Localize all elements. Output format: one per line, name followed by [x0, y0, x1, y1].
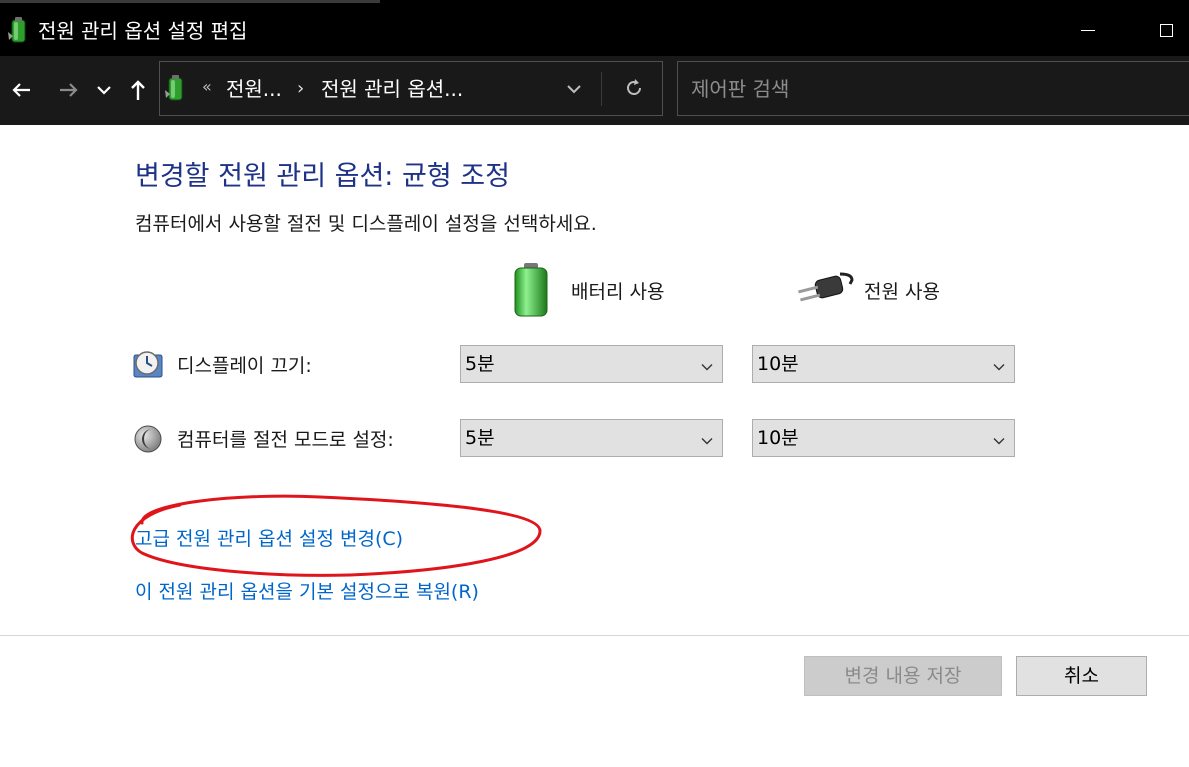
breadcrumb-item-power[interactable]: 전원...: [226, 76, 282, 102]
advanced-settings-link[interactable]: 고급 전원 관리 옵션 설정 변경(C): [135, 525, 403, 553]
select-value: 10분: [757, 353, 799, 375]
window-title: 전원 관리 옵션 설정 편집: [38, 19, 248, 43]
search-placeholder: 제어판 검색: [691, 77, 790, 101]
column-header-on-battery: 배터리 사용: [571, 281, 665, 303]
title-bar: 전원 관리 옵션 설정 편집: [0, 0, 1189, 56]
power-options-icon: [163, 74, 189, 102]
forward-arrow-icon[interactable]: [54, 76, 82, 104]
page-subtitle: 컴퓨터에서 사용할 절전 및 디스플레이 설정을 선택하세요.: [135, 213, 597, 235]
chevron-down-icon: [993, 358, 1005, 371]
display-timer-icon: [133, 349, 163, 379]
display-off-plugged-select[interactable]: 10분: [752, 345, 1015, 383]
save-changes-button[interactable]: 변경 내용 저장: [804, 656, 1002, 696]
select-value: 5분: [465, 427, 495, 449]
chevron-down-icon: [701, 358, 713, 371]
breadcrumb-item-power-options[interactable]: 전원 관리 옵션...: [321, 76, 463, 102]
back-arrow-icon[interactable]: [8, 76, 36, 104]
row-label-display-off: 디스플레이 끄기:: [177, 355, 312, 377]
power-options-icon: [6, 16, 32, 44]
restore-defaults-link[interactable]: 이 전원 관리 옵션을 기본 설정으로 복원(R): [135, 578, 479, 606]
sleep-battery-select[interactable]: 5분: [460, 419, 723, 457]
power-plug-icon: [796, 270, 854, 306]
row-label-sleep: 컴퓨터를 절전 모드로 설정:: [177, 429, 394, 451]
chevron-down-icon: [993, 432, 1005, 445]
minimize-button[interactable]: [1068, 14, 1108, 46]
address-divider: [601, 72, 602, 106]
select-value: 5분: [465, 353, 495, 375]
breadcrumb-overflow[interactable]: «: [202, 77, 212, 96]
refresh-icon[interactable]: [623, 77, 645, 99]
up-arrow-icon[interactable]: [124, 76, 152, 104]
maximize-button[interactable]: [1147, 14, 1187, 46]
breadcrumb-separator[interactable]: ›: [297, 76, 304, 102]
battery-icon: [512, 262, 550, 318]
address-bar[interactable]: « 전원... › 전원 관리 옵션...: [159, 61, 663, 116]
display-off-battery-select[interactable]: 5분: [460, 345, 723, 383]
search-input[interactable]: 제어판 검색: [677, 61, 1189, 116]
address-dropdown-chevron-icon[interactable]: [565, 80, 583, 98]
page-title: 변경할 전원 관리 옵션: 균형 조정: [135, 161, 510, 192]
column-header-plugged-in: 전원 사용: [864, 281, 940, 303]
chevron-down-icon: [701, 432, 713, 445]
title-accent: [0, 0, 380, 3]
navigation-bar: « 전원... › 전원 관리 옵션... 제어판 검색: [0, 56, 1189, 125]
cancel-button[interactable]: 취소: [1016, 656, 1147, 696]
footer-divider: [0, 635, 1189, 636]
recent-locations-chevron-icon[interactable]: [92, 76, 120, 104]
sleep-plugged-select[interactable]: 10분: [752, 419, 1015, 457]
select-value: 10분: [757, 427, 799, 449]
sleep-moon-icon: [133, 424, 163, 454]
